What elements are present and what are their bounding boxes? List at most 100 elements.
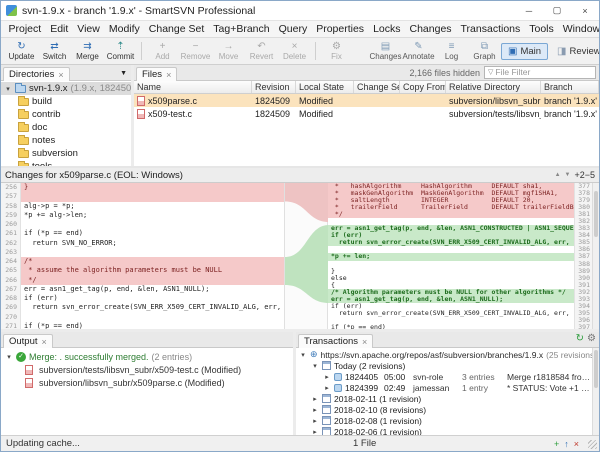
directory-item[interactable]: doc bbox=[1, 121, 131, 134]
toolbar-button[interactable] bbox=[311, 39, 320, 63]
menu-item[interactable]: Properties bbox=[312, 23, 369, 35]
review-view-button[interactable]: ◨ Review bbox=[550, 43, 600, 60]
resize-grip[interactable] bbox=[588, 440, 597, 449]
toolbar-button[interactable] bbox=[137, 39, 146, 63]
tab-close-icon[interactable]: × bbox=[58, 70, 63, 80]
chevron-down-icon[interactable]: ▾ bbox=[299, 351, 307, 359]
output-entry-row[interactable]: subversion/libsvn_subr/x509parse.c (Modi… bbox=[1, 376, 293, 389]
settings-gear-icon[interactable]: ⚙ bbox=[587, 333, 599, 347]
toolbar-button[interactable]: ▤ Changes bbox=[369, 39, 402, 63]
repository-url-row[interactable]: ▾ ⊕ https://svn.apache.org/repos/asf/sub… bbox=[296, 349, 592, 360]
toolbar-button[interactable]: ⇄ Switch bbox=[38, 39, 71, 63]
revision-row[interactable]: ▸ 1824399 02:49 jamessan 1 entry * STATU… bbox=[296, 382, 592, 393]
menu-item[interactable]: Query bbox=[274, 23, 312, 35]
directory-item[interactable]: contrib bbox=[1, 108, 131, 121]
chevron-right-icon[interactable]: ▸ bbox=[311, 395, 319, 403]
chevron-right-icon[interactable]: ▸ bbox=[311, 428, 319, 436]
chevron-right-icon[interactable]: ▸ bbox=[311, 406, 319, 414]
file-relative-directory: subversion/tests/libsvn_subr bbox=[446, 109, 541, 119]
menu-item[interactable]: Project bbox=[4, 23, 46, 35]
column-header-revision[interactable]: Revision bbox=[252, 81, 296, 93]
transaction-group-today[interactable]: ▾ Today (2 revisions) bbox=[296, 360, 592, 371]
column-header-change-set[interactable]: Change Set bbox=[354, 81, 400, 93]
file-row[interactable]: x509-test.c 1824509 Modified subversion/… bbox=[134, 107, 599, 120]
transaction-group[interactable]: ▸ 2018-02-06 (1 revision) bbox=[296, 426, 592, 435]
chevron-down-icon[interactable]: ▾ bbox=[4, 85, 12, 93]
repository-revision-count: (25 revisions) bbox=[546, 350, 592, 360]
diff-left-pane[interactable]: 256 } 257 258 alg->p = *p; 259 *p += alg… bbox=[1, 183, 284, 329]
menu-item[interactable]: Change Set bbox=[144, 23, 208, 35]
maximize-button[interactable]: ▢ bbox=[543, 1, 571, 20]
refresh-icon[interactable]: ↻ bbox=[576, 333, 587, 347]
chevron-right-icon[interactable]: ▸ bbox=[323, 373, 331, 381]
menu-item[interactable]: Changes bbox=[405, 23, 456, 35]
toolbar-button[interactable]: ↻ Update bbox=[5, 39, 38, 63]
menu-item[interactable]: Tag+Branch bbox=[209, 23, 274, 35]
tab-output[interactable]: Output × bbox=[3, 334, 53, 348]
toolbar-button[interactable]: − Remove bbox=[179, 39, 212, 63]
toolbar-button[interactable]: ⧉ Graph bbox=[468, 39, 501, 63]
chevron-right-icon[interactable]: ▸ bbox=[323, 384, 331, 392]
menu-item[interactable]: Window bbox=[558, 23, 600, 35]
scrollbar-thumb[interactable] bbox=[594, 191, 598, 237]
toolbar-button[interactable] bbox=[353, 39, 369, 63]
toolbar-button[interactable]: × Delete bbox=[278, 39, 311, 63]
calendar-icon bbox=[322, 394, 331, 403]
menu-item[interactable]: Locks bbox=[369, 23, 405, 35]
directory-item[interactable]: subversion bbox=[1, 147, 131, 160]
chevron-right-icon[interactable]: ▸ bbox=[311, 417, 319, 425]
transaction-group[interactable]: ▸ 2018-02-11 (1 revision) bbox=[296, 393, 592, 404]
output-entry-row[interactable]: subversion/tests/libsvn_subr/x509-test.c… bbox=[1, 363, 293, 376]
chevron-down-icon[interactable]: ▾ bbox=[311, 362, 319, 370]
tab-close-icon[interactable]: × bbox=[42, 337, 47, 347]
previous-change-icon[interactable]: ▲ bbox=[555, 172, 561, 178]
tab-label: Files bbox=[142, 69, 162, 80]
directory-item[interactable]: build bbox=[1, 95, 131, 108]
next-change-icon[interactable]: ▼ bbox=[565, 172, 571, 178]
toolbar-button[interactable]: ✎ Annotate bbox=[402, 39, 435, 63]
chevron-down-icon[interactable]: ▾ bbox=[5, 353, 13, 361]
minimize-button[interactable]: ─ bbox=[515, 1, 543, 20]
transaction-group[interactable]: ▸ 2018-02-10 (8 revisions) bbox=[296, 404, 592, 415]
revision-row[interactable]: ▸ 1824405 05:00 svn-role 3 entries Merge… bbox=[296, 371, 592, 382]
file-row[interactable]: x509parse.c 1824509 Modified subversion/… bbox=[134, 94, 599, 107]
diff-line: 267 err = asn1_get_tag(p, end, &len, ASN… bbox=[1, 285, 284, 294]
close-button[interactable]: × bbox=[571, 1, 599, 20]
transactions-scrollbar[interactable] bbox=[592, 348, 599, 435]
file-filter-input[interactable] bbox=[495, 67, 592, 77]
menu-item[interactable]: View bbox=[73, 23, 105, 35]
column-header-branch[interactable]: Branch bbox=[541, 81, 599, 93]
toolbar-button[interactable]: ⚙ Fix bbox=[320, 39, 353, 63]
menu-item[interactable]: Modify bbox=[104, 23, 144, 35]
diff-scrollbar[interactable] bbox=[592, 183, 599, 329]
diff-line: } 389 bbox=[328, 268, 592, 275]
diff-right-pane[interactable]: * hashAlgorithm HashAlgorithm DEFAULT sh… bbox=[328, 183, 592, 329]
tab-close-icon[interactable]: × bbox=[362, 337, 367, 347]
tab-files[interactable]: Files × bbox=[136, 67, 177, 81]
transaction-group[interactable]: ▸ 2018-02-08 (1 revision) bbox=[296, 415, 592, 426]
code-text: alg->p = *p; bbox=[21, 202, 284, 211]
toolbar-button[interactable]: + Add bbox=[146, 39, 179, 63]
menu-item[interactable]: Tools bbox=[525, 23, 559, 35]
column-header-copy-from[interactable]: Copy From bbox=[400, 81, 446, 93]
output-message-row[interactable]: ▾ ✓ Merge: . successfully merged. (2 ent… bbox=[1, 350, 293, 363]
tab-transactions[interactable]: Transactions × bbox=[298, 334, 373, 348]
column-header-name[interactable]: Name bbox=[134, 81, 252, 93]
panel-menu-icon[interactable]: ▼ bbox=[120, 70, 131, 80]
toolbar-button[interactable]: ≡ Log bbox=[435, 39, 468, 63]
menu-item[interactable]: Transactions bbox=[456, 23, 525, 35]
directory-item[interactable]: notes bbox=[1, 134, 131, 147]
toolbar-button[interactable]: ⇡ Commit bbox=[104, 39, 137, 63]
tab-directories[interactable]: Directories × bbox=[3, 67, 70, 81]
column-header-local-state[interactable]: Local State bbox=[296, 81, 354, 93]
column-header-relative-directory[interactable]: Relative Directory bbox=[446, 81, 541, 93]
scrollbar-thumb[interactable] bbox=[594, 350, 598, 388]
tab-close-icon[interactable]: × bbox=[166, 70, 171, 80]
main-view-button[interactable]: ▣ Main bbox=[501, 43, 548, 60]
toolbar-button[interactable]: ↶ Revert bbox=[245, 39, 278, 63]
toolbar-button[interactable]: ⇉ Merge bbox=[71, 39, 104, 63]
menu-item[interactable]: Edit bbox=[46, 23, 73, 35]
toolbar-button[interactable]: → Move bbox=[212, 39, 245, 63]
view-switcher: ▣ Main ◨ Review bbox=[501, 39, 600, 63]
directory-root[interactable]: ▾ svn-1.9.x (1.9.x, 1824509) bbox=[1, 82, 131, 95]
